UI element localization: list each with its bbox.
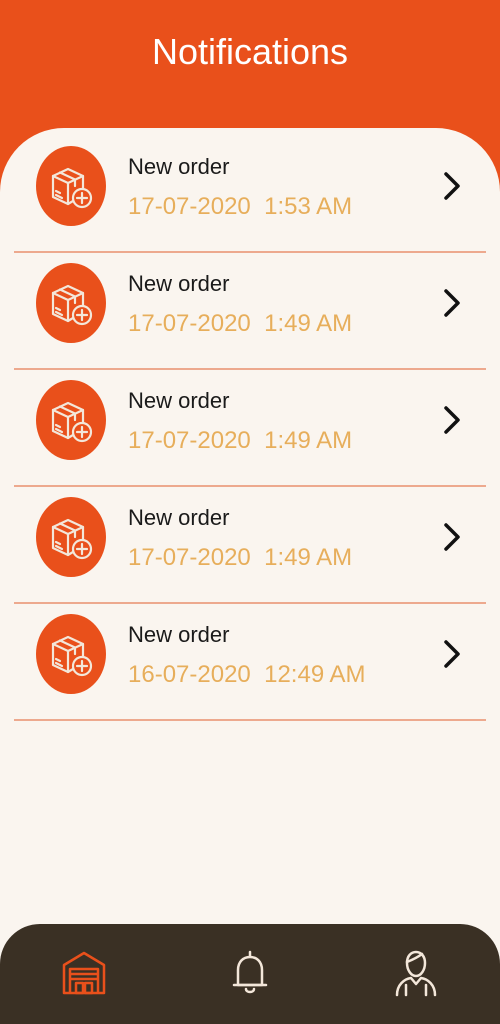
box-plus-icon [36, 263, 106, 343]
notifications-panel: New order 17-07-2020 1:53 AM New order 1… [0, 128, 500, 1024]
notification-timestamp: 17-07-2020 1:49 AM [128, 310, 353, 337]
chevron-right-icon[interactable] [440, 634, 464, 674]
box-plus-icon [36, 146, 106, 226]
user-icon [391, 947, 441, 1002]
notification-item[interactable]: New order 17-07-2020 1:49 AM [14, 370, 486, 487]
bottom-nav [0, 924, 500, 1024]
notification-item[interactable]: New order 17-07-2020 1:53 AM [14, 136, 486, 253]
notification-title: New order [128, 622, 230, 647]
notification-timestamp: 16-07-2020 12:49 AM [128, 661, 366, 688]
notification-title: New order [128, 271, 230, 296]
nav-profile-button[interactable] [386, 944, 446, 1004]
notification-item[interactable]: New order 17-07-2020 1:49 AM [14, 253, 486, 370]
notification-title: New order [128, 154, 230, 179]
chevron-right-icon[interactable] [440, 283, 464, 323]
notification-title: New order [128, 388, 230, 413]
nav-notifications-button[interactable] [220, 944, 280, 1004]
bell-icon [225, 947, 275, 1002]
box-plus-icon [36, 497, 106, 577]
notification-timestamp: 17-07-2020 1:53 AM [128, 193, 353, 220]
notification-title: New order [128, 505, 230, 530]
notification-item[interactable]: New order 17-07-2020 1:49 AM [14, 487, 486, 604]
notifications-screen: Notifications New order 17-07-2020 1:53 … [0, 0, 500, 1024]
notification-timestamp: 17-07-2020 1:49 AM [128, 544, 353, 571]
chevron-right-icon[interactable] [440, 400, 464, 440]
chevron-right-icon[interactable] [440, 517, 464, 557]
box-plus-icon [36, 380, 106, 460]
app-header: Notifications [0, 0, 500, 128]
page-title: Notifications [151, 31, 349, 72]
notifications-list: New order 17-07-2020 1:53 AM New order 1… [14, 136, 486, 721]
notification-timestamp: 17-07-2020 1:49 AM [128, 427, 353, 454]
chevron-right-icon[interactable] [440, 166, 464, 206]
warehouse-icon [59, 947, 109, 1002]
notification-item[interactable]: New order 16-07-2020 12:49 AM [14, 604, 486, 721]
box-plus-icon [36, 614, 106, 694]
nav-home-button[interactable] [54, 944, 114, 1004]
